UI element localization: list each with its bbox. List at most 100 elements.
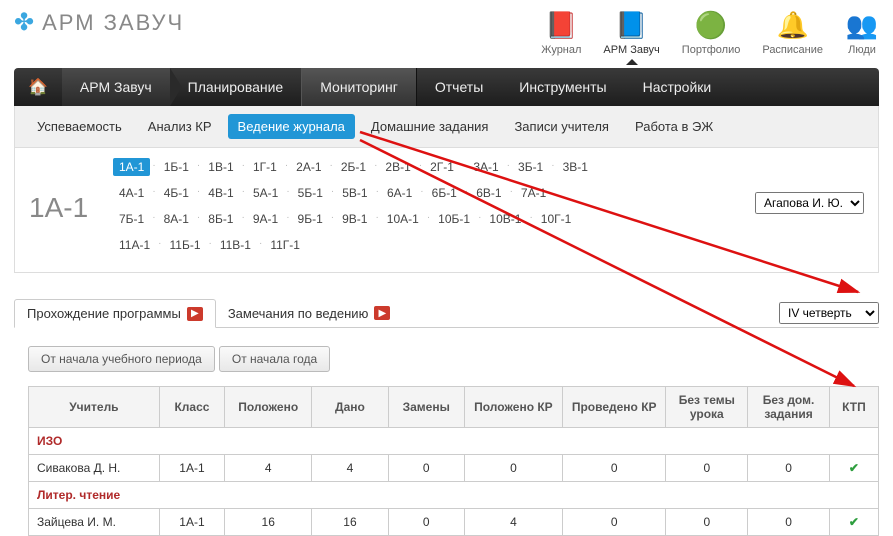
subnav-Успеваемость[interactable]: Успеваемость — [27, 114, 132, 139]
teacher-select[interactable]: Агапова И. Ю. — [755, 192, 864, 214]
tab-label: Прохождение программы — [27, 306, 181, 321]
nav-breadcrumb[interactable]: АРМ Завуч — [62, 68, 170, 106]
class-10В-1[interactable]: 10В-1 — [483, 210, 527, 228]
nav-Отчеты[interactable]: Отчеты — [417, 68, 501, 106]
logo-text: АРМ ЗАВУЧ — [42, 10, 184, 36]
class-7Б-1[interactable]: 7Б-1 — [113, 210, 150, 228]
col-Учитель: Учитель — [29, 387, 160, 428]
cell: 0 — [562, 455, 666, 482]
cell: 0 — [666, 455, 748, 482]
class-3В-1[interactable]: 3В-1 — [557, 158, 594, 176]
cell: 1А-1 — [159, 455, 224, 482]
subnav-Анализ КР[interactable]: Анализ КР — [138, 114, 222, 139]
table-row: Зайцева И. М.1А-1161604000✔ — [29, 509, 879, 536]
col-Положено КР: Положено КР — [464, 387, 562, 428]
class-5В-1[interactable]: 5В-1 — [336, 184, 373, 202]
class-9Б-1[interactable]: 9Б-1 — [292, 210, 329, 228]
top-icon-Расписание[interactable]: 🔔 Расписание — [762, 8, 823, 56]
period-btn[interactable]: От начала учебного периода — [28, 346, 215, 372]
tab-Замечания по ведению[interactable]: Замечания по ведению▶ — [216, 299, 403, 327]
class-3А-1[interactable]: 3А-1 — [467, 158, 504, 176]
cell: 0 — [464, 455, 562, 482]
class-8А-1[interactable]: 8А-1 — [158, 210, 195, 228]
cell: 1А-1 — [159, 509, 224, 536]
top-icon-label: Расписание — [762, 44, 823, 56]
class-4А-1[interactable]: 4А-1 — [113, 184, 150, 202]
cell: 0 — [748, 455, 830, 482]
cell: 0 — [666, 509, 748, 536]
nav-Инструменты[interactable]: Инструменты — [501, 68, 624, 106]
class-1В-1[interactable]: 1В-1 — [202, 158, 239, 176]
class-2Г-1[interactable]: 2Г-1 — [424, 158, 460, 176]
Люди-icon: 👥 — [845, 8, 879, 42]
table-row: Сивакова Д. Н.1А-14400000✔ — [29, 455, 879, 482]
top-icon-Люди[interactable]: 👥 Люди — [845, 8, 879, 56]
col-Замены: Замены — [388, 387, 464, 428]
cell: 16 — [225, 509, 312, 536]
class-5Б-1[interactable]: 5Б-1 — [292, 184, 329, 202]
clover-icon: ✤ — [14, 8, 34, 37]
col-Дано: Дано — [312, 387, 388, 428]
class-11В-1[interactable]: 11В-1 — [214, 236, 257, 254]
class-7А-1[interactable]: 7А-1 — [515, 184, 552, 202]
top-icon-АРМ Завуч[interactable]: 📘АРМ Завуч — [603, 8, 659, 56]
tab-label: Замечания по ведению — [228, 306, 369, 321]
tab-Прохождение программы[interactable]: Прохождение программы▶ — [14, 299, 216, 328]
col-Проведено КР: Проведено КР — [562, 387, 666, 428]
class-10Г-1[interactable]: 10Г-1 — [535, 210, 578, 228]
cell: 4 — [312, 455, 388, 482]
class-panel: 1А-1 1А-1·1Б-1·1В-1·1Г-1·2А-1·2Б-1·2В-1·… — [14, 148, 879, 273]
main-nav: 🏠 АРМ Завуч ПланированиеМониторингОтчеты… — [14, 68, 879, 106]
subnav-Работа в ЭЖ[interactable]: Работа в ЭЖ — [625, 114, 723, 139]
class-9А-1[interactable]: 9А-1 — [247, 210, 284, 228]
table-row: Литер. чтение — [29, 482, 879, 509]
Журнал-icon: 📕 — [544, 8, 578, 42]
class-1А-1[interactable]: 1А-1 — [113, 158, 150, 176]
class-6А-1[interactable]: 6А-1 — [381, 184, 418, 202]
Расписание-icon: 🔔 — [776, 8, 810, 42]
col-Класс: Класс — [159, 387, 224, 428]
class-10Б-1[interactable]: 10Б-1 — [432, 210, 476, 228]
nav-Планирование[interactable]: Планирование — [170, 68, 302, 106]
top-icon-Журнал[interactable]: 📕 Журнал — [541, 8, 581, 56]
class-2В-1[interactable]: 2В-1 — [379, 158, 416, 176]
class-2А-1[interactable]: 2А-1 — [290, 158, 327, 176]
subnav-Записи учителя[interactable]: Записи учителя — [504, 114, 619, 139]
class-2Б-1[interactable]: 2Б-1 — [335, 158, 372, 176]
subject-row: Литер. чтение — [29, 482, 879, 509]
class-3Б-1[interactable]: 3Б-1 — [512, 158, 549, 176]
subnav-Домашние задания[interactable]: Домашние задания — [361, 114, 499, 139]
nav-home[interactable]: 🏠 — [14, 68, 62, 106]
class-10А-1[interactable]: 10А-1 — [381, 210, 425, 228]
class-4Б-1[interactable]: 4Б-1 — [158, 184, 195, 202]
class-4В-1[interactable]: 4В-1 — [202, 184, 239, 202]
cell: 0 — [388, 509, 464, 536]
col-КТП: КТП — [829, 387, 878, 428]
class-1Б-1[interactable]: 1Б-1 — [158, 158, 195, 176]
period-btn[interactable]: От начала года — [219, 346, 330, 372]
subnav-Ведение журнала[interactable]: Ведение журнала — [228, 114, 355, 139]
cell: ✔ — [829, 509, 878, 536]
check-icon: ✔ — [849, 515, 859, 529]
class-5А-1[interactable]: 5А-1 — [247, 184, 284, 202]
col-Положено: Положено — [225, 387, 312, 428]
class-11Б-1[interactable]: 11Б-1 — [163, 236, 206, 254]
class-6Б-1[interactable]: 6Б-1 — [426, 184, 463, 202]
cell: 4 — [225, 455, 312, 482]
top-icon-Портфолио[interactable]: 🟢Портфолио — [682, 8, 741, 56]
quarter-select[interactable]: IV четверть — [779, 302, 879, 324]
class-9В-1[interactable]: 9В-1 — [336, 210, 373, 228]
class-11Г-1[interactable]: 11Г-1 — [264, 236, 306, 254]
class-1Г-1[interactable]: 1Г-1 — [247, 158, 283, 176]
top-icon-label: Люди — [848, 44, 876, 56]
class-11А-1[interactable]: 11А-1 — [113, 236, 156, 254]
class-6В-1[interactable]: 6В-1 — [470, 184, 507, 202]
cell: 0 — [388, 455, 464, 482]
top-icon-label: АРМ Завуч — [603, 44, 659, 56]
top-icon-label: Журнал — [541, 44, 581, 56]
cell: 4 — [464, 509, 562, 536]
class-8Б-1[interactable]: 8Б-1 — [202, 210, 239, 228]
current-class: 1А-1 — [29, 192, 99, 224]
nav-Настройки[interactable]: Настройки — [625, 68, 730, 106]
nav-Мониторинг[interactable]: Мониторинг — [301, 68, 417, 106]
